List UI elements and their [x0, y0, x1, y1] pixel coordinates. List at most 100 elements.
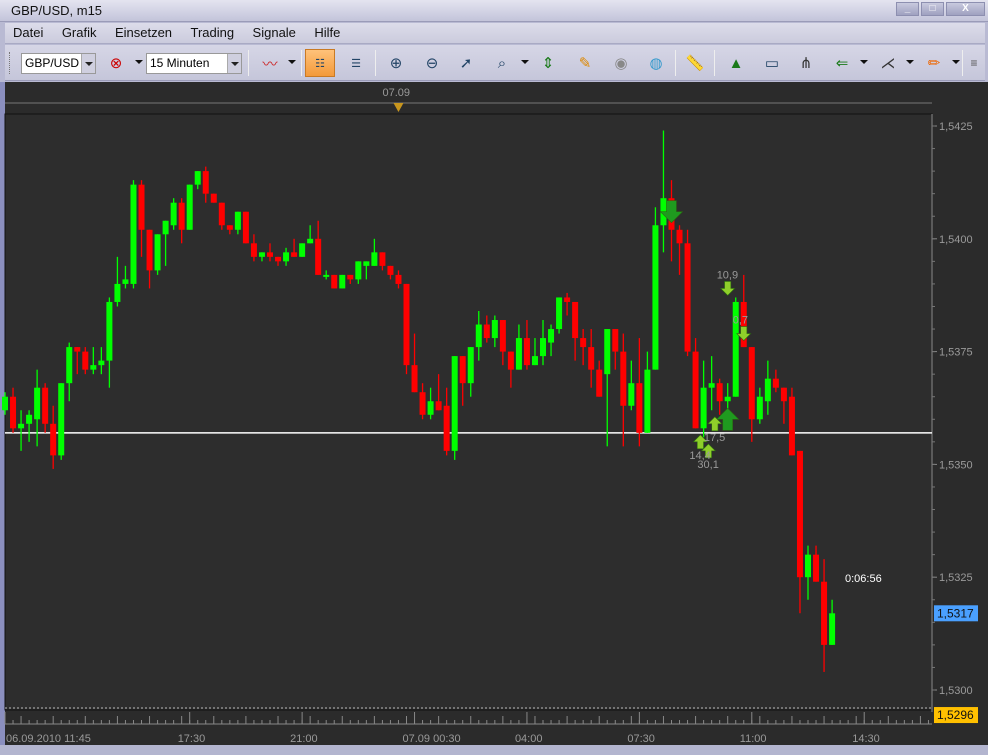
- candle-up: [106, 301, 113, 361]
- time-label: 04:00: [515, 733, 543, 745]
- candle-up: [628, 383, 635, 406]
- bar-countdown: 0:06:56: [845, 573, 882, 585]
- signal-label: 17,5: [704, 432, 725, 444]
- candle-up: [652, 225, 659, 370]
- candle-down: [82, 351, 89, 370]
- candle-up: [130, 184, 137, 284]
- candle-down: [443, 405, 450, 451]
- candle-up: [491, 320, 498, 339]
- candle-up: [234, 211, 241, 230]
- candle-up: [724, 396, 731, 402]
- candle-down: [716, 383, 723, 402]
- candle-down: [499, 320, 506, 352]
- candle-down: [692, 351, 699, 429]
- candle-down: [748, 347, 755, 420]
- candle-down: [10, 396, 17, 429]
- candle-down: [612, 329, 619, 352]
- candle-up: [764, 378, 771, 402]
- candle-down: [275, 256, 282, 262]
- candle-down: [226, 225, 233, 230]
- candle-up: [556, 297, 563, 330]
- time-label: 11:00: [740, 733, 767, 745]
- candle-down: [564, 297, 571, 302]
- candle-up: [427, 401, 434, 415]
- candle-up: [90, 365, 97, 370]
- candle-up: [756, 396, 763, 420]
- candle-up: [644, 369, 651, 433]
- candle-up: [154, 234, 161, 271]
- candle-up: [114, 283, 121, 302]
- candle-up: [258, 252, 265, 257]
- candlestick-chart[interactable]: 1,5425 1,5400 1,5375 1,5350 1,5325 1,5300 06.0…: [0, 0, 988, 755]
- candle-down: [379, 252, 386, 266]
- signal-label: 0,7: [733, 315, 748, 327]
- signal-label: 10,9: [717, 269, 738, 281]
- candle-up: [548, 329, 555, 343]
- price-tick-label: 1,5425: [939, 121, 973, 133]
- candle-up: [475, 324, 482, 348]
- time-label: 14:30: [852, 733, 880, 745]
- candle-up: [700, 387, 707, 429]
- candle-down: [772, 378, 779, 388]
- candle-up: [467, 347, 474, 384]
- time-label: 06.09.2010 11:45: [6, 733, 91, 745]
- candle-up: [363, 261, 370, 266]
- time-label: 21:00: [290, 733, 318, 745]
- date-marker-label: 07.09: [382, 87, 410, 99]
- candle-down: [821, 581, 828, 645]
- candle-down: [780, 387, 787, 402]
- candle-down: [588, 347, 595, 370]
- time-label: 17:30: [178, 733, 206, 745]
- candle-down: [620, 351, 627, 406]
- candle-up: [371, 252, 378, 266]
- candle-up: [18, 423, 25, 429]
- candle-up: [307, 238, 314, 244]
- candle-down: [523, 338, 530, 366]
- price-tick-label: 1,5350: [939, 459, 973, 471]
- candle-down: [813, 554, 820, 582]
- candle-down: [395, 274, 402, 284]
- candle-up: [299, 243, 306, 257]
- candle-down: [242, 211, 249, 244]
- candle-up: [604, 329, 611, 375]
- candle-down: [291, 252, 298, 257]
- candle-down: [42, 387, 49, 424]
- candle-up: [829, 613, 836, 645]
- candle-down: [74, 347, 81, 352]
- candle-up: [339, 274, 346, 289]
- candle-down: [50, 423, 57, 456]
- candle-down: [596, 369, 603, 397]
- candle-up: [66, 347, 73, 384]
- candle-down: [403, 283, 410, 366]
- candle-up: [34, 387, 41, 420]
- candle-down: [250, 243, 257, 257]
- candle-up: [58, 383, 65, 456]
- candle-down: [315, 238, 322, 275]
- candle-down: [435, 401, 442, 411]
- candle-up: [708, 383, 715, 388]
- candle-down: [138, 184, 145, 230]
- time-label: 07:30: [627, 733, 655, 745]
- candle-down: [483, 324, 490, 339]
- candle-up: [540, 338, 547, 357]
- candle-up: [451, 356, 458, 451]
- candle-down: [796, 450, 803, 578]
- candle-down: [146, 229, 153, 271]
- candle-down: [210, 193, 217, 203]
- candle-down: [387, 265, 394, 275]
- candle-down: [580, 338, 587, 348]
- price-tick-label: 1,5300: [939, 685, 973, 697]
- candle-up: [186, 184, 193, 230]
- candle-down: [636, 383, 643, 433]
- current-price-label: 1,5317: [937, 606, 974, 620]
- candle-up: [2, 396, 8, 411]
- candle-down: [218, 202, 225, 226]
- candle-up: [323, 274, 330, 277]
- price-tick-label: 1,5325: [939, 572, 973, 584]
- candle-down: [788, 396, 795, 456]
- candle-down: [266, 252, 273, 257]
- time-label: 07.09 00:30: [403, 733, 461, 745]
- date-marker-triangle-icon[interactable]: [393, 103, 404, 112]
- candle-down: [419, 392, 426, 415]
- candle-up: [162, 220, 169, 235]
